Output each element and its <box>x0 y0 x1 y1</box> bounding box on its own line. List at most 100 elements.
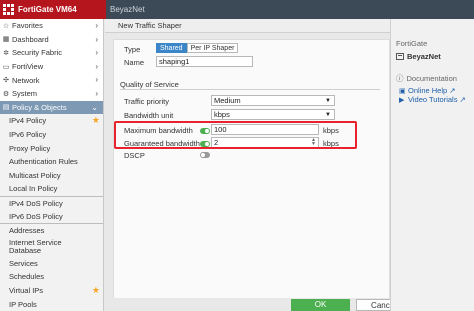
documentation-heading: ⓘ Documentation <box>396 73 457 84</box>
sidebar-subitem-label: IPv4 DoS Policy <box>9 198 63 208</box>
annotation-highlight-box <box>114 121 357 149</box>
fortinet-logo-icon <box>3 4 14 15</box>
policy-icon: ▤ <box>2 104 10 112</box>
chevron-down-icon: ⌄ <box>91 102 98 112</box>
sidebar-subitem-label: Proxy Policy <box>9 143 51 153</box>
sidebar-subitem-addresses[interactable]: Addresses <box>0 222 103 237</box>
traffic-priority-label: Traffic priority <box>124 97 170 106</box>
info-title: FortiGate <box>396 39 428 48</box>
sidebar-subitem-label: Authentication Rules <box>9 157 78 167</box>
sidebar-subitem-label: Addresses <box>9 225 45 235</box>
dscp-label: DSCP <box>124 151 145 160</box>
gear-icon: ⚙ <box>2 90 10 98</box>
documentation-label: Documentation <box>406 74 457 83</box>
external-link-icon: ↗ <box>449 86 456 95</box>
star-icon: ☆ <box>2 22 10 30</box>
sidebar-subitem-label: Schedules <box>9 272 45 282</box>
name-input[interactable]: shaping1 <box>156 56 253 67</box>
network-icon: ✣ <box>3 77 9 85</box>
sidebar-subitem-label: Services <box>9 258 38 268</box>
info-hostname: BeyazNet <box>407 52 441 61</box>
name-label: Name <box>124 58 145 67</box>
sidebar-item-fortiview[interactable]: ▭ FortiView › <box>0 60 103 74</box>
sidebar-subitem-label: IP Pools <box>9 299 37 309</box>
device-icon <box>396 53 404 60</box>
sidebar-subitem-schedules[interactable]: Schedules <box>0 270 103 284</box>
sidebar-subitem-proxy-policy[interactable]: Proxy Policy <box>0 141 103 155</box>
sidebar-subitem-label: Internet Service Database <box>9 237 62 255</box>
sidebar-subitem-label: IPv4 Policy <box>9 116 47 126</box>
sidebar-subitem-ipv6-dos-policy[interactable]: IPv6 DoS Policy <box>0 209 103 223</box>
info-panel: FortiGate BeyazNet ⓘ Documentation ▣ Onl… <box>390 19 474 311</box>
bandwidth-unit-select[interactable]: kbps ▼ <box>211 109 335 120</box>
type-per-ip-button[interactable]: Per IP Shaper <box>186 43 239 53</box>
sidebar-item-label: FortiView <box>12 62 44 72</box>
sidebar-item-label: Favorites <box>12 21 43 31</box>
online-help-label: Online Help <box>408 86 448 95</box>
favorite-star-icon[interactable]: ★ <box>92 115 100 126</box>
fortiview-icon: ▭ <box>2 63 10 71</box>
ok-button[interactable]: OK <box>291 299 350 311</box>
main-content: New Traffic Shaper Type Shared Per IP Sh… <box>105 19 390 311</box>
sidebar-item-policy-objects[interactable]: ▤ Policy & Objects ⌄ <box>0 100 103 115</box>
app-title: FortiGate VM64 <box>18 5 77 14</box>
sidebar-item-label: System <box>12 89 38 99</box>
sidebar-subitem-local-in-policy[interactable]: Local In Policy <box>0 182 103 196</box>
sidebar-subitem-ip-pools[interactable]: IP Pools <box>0 297 103 311</box>
bandwidth-unit-value: kbps <box>214 110 230 119</box>
sidebar-item-label: Policy & Objects <box>12 102 67 112</box>
sidebar-subitem-authentication-rules[interactable]: Authentication Rules <box>0 154 103 169</box>
sidebar-subitem-internet-service-database[interactable]: Internet Service Database <box>0 236 103 257</box>
sidebar-item-system[interactable]: ⚙ System › <box>0 87 103 101</box>
sidebar-subitem-label: Multicast Policy <box>9 170 61 180</box>
top-header: FortiGate VM64 BeyazNet <box>0 0 474 19</box>
bandwidth-unit-label: Bandwidth unit <box>124 111 174 120</box>
video-icon: ▶ <box>399 96 405 104</box>
type-selector: Shared Per IP Shaper <box>156 43 239 53</box>
chevron-right-icon: › <box>95 48 98 58</box>
sidebar-subitem-label: IPv6 Policy <box>9 130 47 140</box>
dscp-toggle[interactable] <box>200 152 210 158</box>
chevron-right-icon: › <box>95 75 98 85</box>
traffic-priority-value: Medium <box>214 96 241 105</box>
favorite-star-icon[interactable]: ★ <box>92 285 100 296</box>
sidebar: ☆ Favorites › ▦ Dashboard › ✲ Security F… <box>0 19 104 311</box>
fabric-icon: ✲ <box>3 49 9 57</box>
online-help-link[interactable]: ▣ Online Help ↗ <box>399 86 456 95</box>
external-link-icon: ↗ <box>459 95 466 104</box>
sidebar-subitem-services[interactable]: Services <box>0 256 103 271</box>
sidebar-subitem-ipv4-dos-policy[interactable]: IPv4 DoS Policy <box>0 195 103 210</box>
video-tutorials-link[interactable]: ▶ Video Tutorials ↗ <box>399 95 466 104</box>
sidebar-item-dashboard[interactable]: ▦ Dashboard › <box>0 33 103 47</box>
sidebar-item-label: Security Fabric <box>12 48 63 58</box>
qos-heading: Quality of Service <box>120 80 380 90</box>
caret-down-icon: ▼ <box>325 98 331 104</box>
sidebar-item-label: Network <box>12 75 40 85</box>
video-tutorials-label: Video Tutorials <box>408 95 458 104</box>
sidebar-item-network[interactable]: ✣ Network › <box>0 73 103 87</box>
chevron-right-icon: › <box>95 88 98 98</box>
sidebar-subitem-ipv6-policy[interactable]: IPv6 Policy <box>0 127 103 142</box>
sidebar-item-security-fabric[interactable]: ✲ Security Fabric › <box>0 46 103 60</box>
info-host: BeyazNet <box>396 52 441 61</box>
chevron-right-icon: › <box>95 61 98 71</box>
caret-down-icon: ▼ <box>325 112 331 118</box>
info-circle-icon: ⓘ <box>396 74 404 83</box>
chevron-right-icon: › <box>95 21 98 30</box>
brand[interactable]: FortiGate VM64 <box>0 0 106 19</box>
traffic-priority-select[interactable]: Medium ▼ <box>211 95 335 106</box>
sidebar-subitem-ipv4-policy[interactable]: IPv4 Policy ★ <box>0 114 103 128</box>
page-title: New Traffic Shaper <box>105 19 390 33</box>
sidebar-subitem-multicast-policy[interactable]: Multicast Policy <box>0 168 103 183</box>
form-footer: OK Cancel <box>105 298 411 311</box>
sidebar-subitem-label: Virtual IPs <box>9 285 44 295</box>
dashboard-icon: ▦ <box>2 36 10 44</box>
type-shared-button[interactable]: Shared <box>156 43 187 53</box>
sidebar-item-favorites[interactable]: ☆ Favorites › <box>0 19 103 33</box>
sidebar-subitem-virtual-ips[interactable]: Virtual IPs ★ <box>0 283 103 298</box>
chevron-right-icon: › <box>95 34 98 44</box>
hostname: BeyazNet <box>110 5 145 14</box>
sidebar-item-label: Dashboard <box>12 34 49 44</box>
sidebar-subitem-label: Local In Policy <box>9 184 58 194</box>
shaper-form: Type Shared Per IP Shaper Name shaping1 … <box>113 39 390 309</box>
